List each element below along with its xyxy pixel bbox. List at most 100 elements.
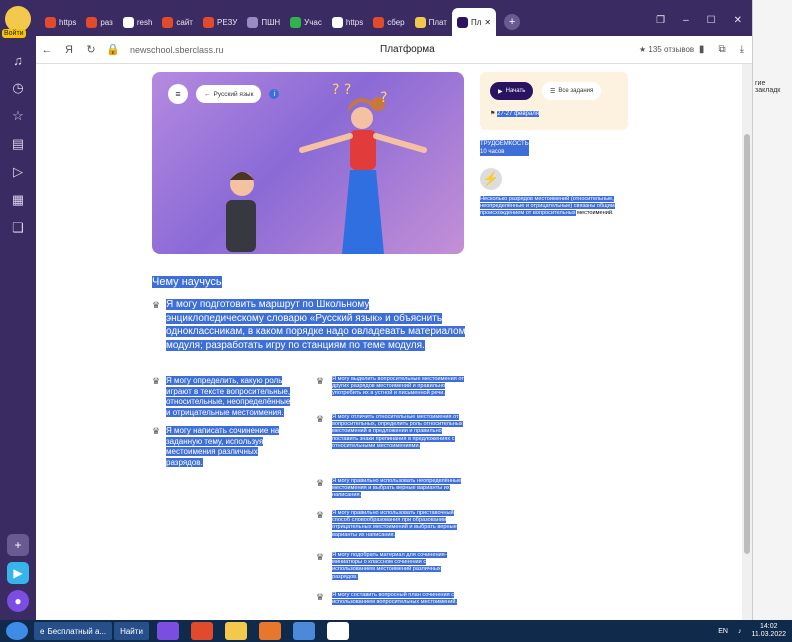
bookmark-icon[interactable]: ▮ (699, 44, 705, 55)
profile-login-label[interactable]: Войти (2, 29, 26, 38)
tab-favicon-icon (331, 16, 343, 28)
left-goal-text: Я могу написать сочинение на заданную те… (166, 426, 280, 467)
play-icon[interactable]: ▷ (7, 161, 29, 183)
tab-label: https (59, 17, 77, 27)
tab-label: Учас (304, 17, 322, 27)
tab-7[interactable]: https (327, 8, 368, 36)
speaker-icon[interactable]: ♪ (738, 628, 742, 635)
taskbar-app2-icon[interactable] (292, 622, 315, 640)
back-arrow-icon[interactable]: ← (36, 44, 58, 56)
menu-icon[interactable]: ≡ (168, 84, 188, 104)
add-icon[interactable]: + (7, 534, 29, 556)
tab-label: сайт (176, 17, 193, 27)
taskbar-folder-icon[interactable] (224, 622, 247, 640)
right-goal: Я могу выделить вопросительные местоимен… (332, 376, 464, 398)
extensions-icon[interactable]: ⧉ (718, 44, 725, 55)
all-tasks-button[interactable]: ☰ Все задания (542, 82, 602, 100)
collections-icon[interactable]: ▤ (7, 133, 29, 155)
left-goal: Я могу определить, какую роль играют в т… (166, 376, 296, 418)
tab-2[interactable]: resh (118, 8, 158, 36)
tab-favicon-icon (162, 16, 174, 28)
crown-icon: ♛ (152, 300, 161, 310)
maximize-icon[interactable]: ☐ (707, 15, 716, 26)
tab-favicon-icon (45, 16, 56, 28)
workload-label: ТРУДОЕМКОСТЬ (480, 140, 529, 148)
taskbar-yandex-browser-icon[interactable] (326, 622, 349, 640)
crown-icon: ♛ (316, 510, 325, 520)
minimize-icon[interactable]: – (683, 15, 689, 26)
page-scrollbar[interactable] (742, 64, 752, 620)
calendar-icon[interactable]: ▦ (7, 189, 29, 211)
crown-icon: ♛ (152, 426, 161, 436)
taskbar-firefox-icon[interactable] (258, 622, 281, 640)
play-icon: ▶ (498, 88, 503, 95)
svg-text:?: ? (380, 90, 387, 106)
close-icon[interactable]: ✕ (484, 18, 491, 27)
clock[interactable]: 14:02 11.03.2022 (751, 623, 786, 639)
tab-4[interactable]: РЕЗУ (198, 8, 242, 36)
tab-manager-icon[interactable]: ❐ (656, 15, 665, 26)
profile-avatar[interactable]: Войти (2, 6, 31, 38)
clock-time: 14:02 (759, 623, 778, 630)
info-icon[interactable]: i (269, 89, 280, 99)
reload-icon[interactable]: ↻ (80, 43, 102, 56)
module-action-card: ▶ Начать ☰ Все задания ⚑ 27-27 февраля (480, 72, 628, 130)
left-goal-text: Я могу определить, какую роль играют в т… (166, 376, 291, 417)
right-goal-text: Я могу правильно использовать неопределё… (332, 478, 462, 499)
media-icon[interactable]: ▶ (7, 562, 29, 584)
description-rest: местоимений. (575, 210, 614, 217)
download-icon[interactable]: ⤓ (740, 44, 744, 55)
taskbar-browser-item[interactable]: e Бесплатный а... (34, 622, 113, 640)
language-indicator[interactable]: EN (718, 628, 728, 635)
apps-icon[interactable]: ❏ (7, 217, 29, 239)
window-close-icon[interactable]: ✕ (734, 15, 742, 26)
taskbar-search[interactable]: Найти (114, 622, 149, 640)
svg-text:? ?: ? ? (332, 82, 351, 98)
right-goal-text: Я могу выделить вопросительные местоимен… (332, 376, 464, 397)
taskbar-app-icon[interactable] (156, 622, 179, 640)
tab-5[interactable]: ПШН (242, 8, 285, 36)
workload-info: ТРУДОЕМКОСТЬ 10 часов (480, 140, 529, 156)
right-goal-text: Я могу правильно использовать приставочн… (332, 510, 457, 538)
tab-6[interactable]: Учас (285, 8, 327, 36)
history-icon[interactable]: ◷ (7, 77, 29, 99)
crown-icon: ♛ (316, 414, 325, 424)
scrollbar-thumb[interactable] (744, 134, 750, 554)
alice-icon[interactable]: ● (7, 590, 29, 612)
windows-start-icon[interactable] (6, 622, 28, 640)
main-goal-text: Я могу подготовить маршрут по Школьному … (166, 299, 466, 351)
tab-1[interactable]: раз (81, 8, 117, 36)
lightning-icon: ⚡ (480, 168, 502, 190)
tab-label: Плат (428, 17, 447, 27)
tab-3[interactable]: сайт (157, 8, 198, 36)
taskbar-yandex-icon[interactable] (190, 622, 213, 640)
reviews-link[interactable]: ★ 135 отзывов (639, 45, 694, 54)
bell-icon[interactable]: ♫ (7, 49, 29, 71)
learn-heading: Чему научусь (152, 276, 222, 288)
flag-icon: ⚑ (490, 111, 496, 117)
tab-9[interactable]: Плат (410, 8, 452, 36)
taskbar-browser-label: Бесплатный а... (47, 626, 107, 636)
crown-icon: ♛ (316, 552, 325, 562)
back-to-subject-button[interactable]: ← Русский язык (196, 85, 262, 103)
bookmarks-text: гие закладк (755, 80, 781, 94)
browser-sidebar: Войти ♫ ◷ ☆ ▤ ▷ ▦ ❏ + ▶ ● (0, 0, 36, 620)
tab-0[interactable]: https (40, 8, 81, 36)
yandex-icon[interactable]: Я (58, 44, 80, 56)
url-text[interactable]: newschool.sberclass.ru (130, 45, 224, 55)
star-icon[interactable]: ☆ (7, 105, 29, 127)
module-description: Несколько разрядов местоимений (относите… (480, 196, 630, 218)
tab-active[interactable]: Пл ✕ (451, 8, 497, 36)
right-goal: Я могу отличить относительные местоимени… (332, 414, 464, 450)
right-goal-text: Я могу составить вопросный план сочинени… (332, 592, 458, 606)
tab-8[interactable]: сбер (368, 8, 409, 36)
right-goal: Я могу правильно использовать неопределё… (332, 478, 464, 500)
start-button[interactable]: ▶ Начать (490, 82, 534, 100)
lock-icon: 🔒 (106, 44, 120, 56)
date-text: 27-27 февраля (497, 111, 539, 117)
new-tab-button[interactable]: + (504, 14, 521, 30)
tab-favicon-icon (247, 16, 259, 28)
crown-icon: ♛ (152, 376, 161, 386)
ie-icon: e (40, 626, 45, 636)
screen: Войти ♫ ◷ ☆ ▤ ▷ ▦ ❏ + ▶ ● https раз resh… (0, 0, 792, 642)
